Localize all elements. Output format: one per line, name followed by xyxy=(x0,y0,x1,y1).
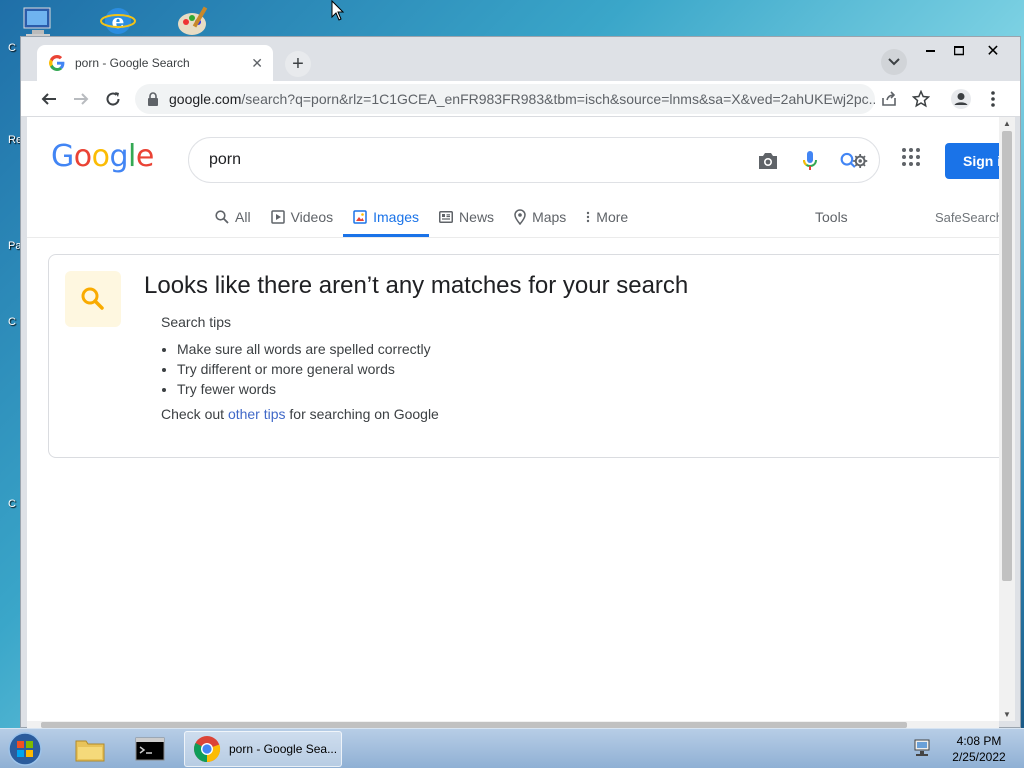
network-icon[interactable] xyxy=(912,739,934,757)
other-tips-suffix: for searching on Google xyxy=(285,406,439,422)
svg-text:e: e xyxy=(112,9,125,33)
scroll-up-icon[interactable]: ▲ xyxy=(1003,119,1011,128)
logo-letter: l xyxy=(128,139,136,174)
tab-more[interactable]: More xyxy=(576,199,638,237)
tab-videos[interactable]: Videos xyxy=(261,199,344,237)
tab-maps[interactable]: Maps xyxy=(504,199,576,237)
url-host: google.com xyxy=(169,91,242,107)
tools-button[interactable]: Tools xyxy=(815,209,848,225)
desktop-label-fragment: C xyxy=(8,316,16,328)
magnifier-icon xyxy=(65,271,121,327)
tab-all[interactable]: All xyxy=(205,199,261,237)
title-bar: porn - Google Search ✕ + ✕ xyxy=(21,37,1020,81)
tab-label: All xyxy=(235,208,251,225)
tab-label: Videos xyxy=(290,208,334,225)
clock-date: 2/25/2022 xyxy=(952,750,1006,764)
close-tab-icon[interactable]: ✕ xyxy=(251,55,263,72)
system-clock[interactable]: 4:08 PM 2/25/2022 xyxy=(944,733,1014,765)
forward-button[interactable] xyxy=(67,85,95,113)
search-tips-list: Make sure all words are spelled correctl… xyxy=(177,339,431,399)
url-path: /search?q=porn&rlz=1C1GCEA_enFR983FR983&… xyxy=(241,91,875,107)
microphone-icon[interactable] xyxy=(795,146,825,176)
bookmark-star-icon[interactable] xyxy=(907,85,935,113)
image-icon xyxy=(353,209,367,224)
safesearch-button[interactable]: SafeSearch xyxy=(935,210,999,225)
other-tips-link[interactable]: other tips xyxy=(228,406,286,422)
logo-letter: o xyxy=(73,139,92,174)
maximize-button[interactable] xyxy=(945,41,973,61)
arrow-right-icon xyxy=(74,92,89,105)
news-icon xyxy=(439,210,454,223)
paint-icon[interactable] xyxy=(176,4,216,40)
browser-toolbar: google.com/search?q=porn&rlz=1C1GCEA_enF… xyxy=(21,81,1020,117)
profile-avatar-icon[interactable] xyxy=(947,85,975,113)
divider xyxy=(27,237,999,238)
browser-window: porn - Google Search ✕ + ✕ google.com/se… xyxy=(20,36,1021,729)
logo-letter: e xyxy=(135,139,154,174)
reload-icon xyxy=(106,91,120,106)
tab-label: Images xyxy=(373,208,420,225)
search-tips-heading: Search tips xyxy=(161,314,232,330)
command-prompt-taskbar-icon[interactable] xyxy=(130,731,170,767)
browser-tab[interactable]: porn - Google Search ✕ xyxy=(37,45,273,81)
tab-news[interactable]: News xyxy=(429,199,504,237)
chrome-icon xyxy=(194,736,221,763)
scrollbar-thumb[interactable] xyxy=(1002,131,1012,581)
desktop-label-fragment: C xyxy=(8,42,16,54)
search-settings-icon[interactable] xyxy=(839,146,869,176)
desktop-label-fragment: C xyxy=(8,498,16,510)
new-tab-button[interactable]: + xyxy=(285,51,311,77)
google-logo[interactable]: Google xyxy=(51,139,154,174)
logo-letter: o xyxy=(91,139,110,174)
reload-button[interactable] xyxy=(99,85,127,113)
close-window-button[interactable]: ✕ xyxy=(979,41,1007,61)
tab-label: Maps xyxy=(532,208,567,225)
address-bar[interactable]: google.com/search?q=porn&rlz=1C1GCEA_enF… xyxy=(135,84,875,114)
more-dots-icon xyxy=(587,211,590,222)
no-results-title: Looks like there aren’t any matches for … xyxy=(144,272,689,299)
page-content: Google porn Sign i All Videos Images New… xyxy=(27,117,999,721)
vertical-scrollbar[interactable]: ▲ ▼ xyxy=(999,117,1015,721)
back-button[interactable] xyxy=(35,85,63,113)
minimize-button[interactable] xyxy=(917,41,945,61)
tab-title: porn - Google Search xyxy=(75,56,190,70)
camera-icon[interactable] xyxy=(753,146,783,176)
lock-icon xyxy=(147,92,159,106)
other-tips-prefix: Check out xyxy=(161,406,228,422)
file-explorer-taskbar-icon[interactable] xyxy=(70,731,110,767)
search-input[interactable]: porn xyxy=(188,137,880,183)
search-query: porn xyxy=(209,151,242,168)
no-results-card: Looks like there aren’t any matches for … xyxy=(48,254,999,458)
scroll-down-icon[interactable]: ▼ xyxy=(1003,710,1011,719)
list-item: Try fewer words xyxy=(177,379,431,399)
clock-time: 4:08 PM xyxy=(956,734,1002,748)
map-pin-icon xyxy=(514,208,526,225)
arrow-left-icon xyxy=(41,92,56,105)
start-button[interactable] xyxy=(6,731,46,767)
logo-letter: g xyxy=(109,139,129,174)
list-item: Try different or more general words xyxy=(177,359,431,379)
mouse-cursor-icon xyxy=(331,0,345,22)
search-icon xyxy=(215,209,229,224)
internet-explorer-icon[interactable]: e xyxy=(100,4,140,40)
url-text: google.com/search?q=porn&rlz=1C1GCEA_enF… xyxy=(169,91,875,107)
share-icon[interactable] xyxy=(875,85,903,113)
google-g-icon xyxy=(49,55,65,71)
chrome-taskbar-button[interactable]: porn - Google Sea... xyxy=(184,731,342,767)
tab-images[interactable]: Images xyxy=(343,199,430,237)
sign-in-button[interactable]: Sign i xyxy=(945,143,999,179)
tab-label: News xyxy=(459,208,495,225)
taskbar: porn - Google Sea... 4:08 PM 2/25/2022 xyxy=(0,728,1024,768)
tab-label: More xyxy=(596,208,629,225)
tab-search-button[interactable] xyxy=(881,49,907,75)
other-tips-text: Check out other tips for searching on Go… xyxy=(161,406,439,422)
logo-letter: G xyxy=(51,139,74,174)
list-item: Make sure all words are spelled correctl… xyxy=(177,339,431,359)
google-apps-icon[interactable] xyxy=(901,147,927,173)
chevron-down-icon xyxy=(888,58,900,66)
kebab-menu-icon[interactable] xyxy=(979,85,1007,113)
search-type-tabs: All Videos Images News Maps More xyxy=(205,199,638,237)
video-icon xyxy=(270,209,285,224)
taskbar-item-label: porn - Google Sea... xyxy=(229,742,338,756)
